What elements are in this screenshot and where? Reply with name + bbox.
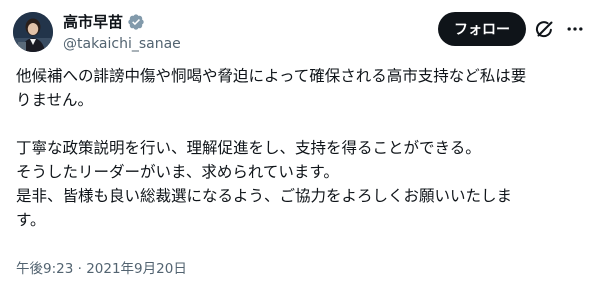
more-options-button[interactable] <box>563 17 587 41</box>
tweet-time[interactable]: 午後9:23 <box>16 261 73 277</box>
tweet-line: 丁寧な政策説明を行い、理解促進をし、支持を得ることができる。 <box>16 139 481 157</box>
tweet-timestamp[interactable]: 午後9:23 · 2021年9月20日 <box>16 260 187 278</box>
more-dots-icon <box>567 27 583 31</box>
grok-icon[interactable] <box>533 17 557 41</box>
tweet-line: そうしたリーダーがいま、求められています。 <box>16 163 339 181</box>
tweet-line-break <box>16 112 584 136</box>
tweet-date[interactable]: 2021年9月20日 <box>86 261 187 277</box>
author-display-name[interactable]: 高市早苗 <box>63 12 123 32</box>
tweet-line: りません。 <box>16 91 94 109</box>
avatar-image <box>13 12 53 52</box>
tweet-line: す。 <box>16 211 46 229</box>
author-handle[interactable]: @takaichi_sanae <box>63 35 181 53</box>
follow-button[interactable]: フォロー <box>438 12 526 46</box>
timestamp-separator: · <box>73 261 87 277</box>
tweet-line: 是非、皆様も良い総裁選になるよう、ご協力をよろしくお願いいたしま <box>16 187 513 205</box>
author-name-row: 高市早苗 <box>63 12 145 32</box>
tweet-card: 高市早苗 @takaichi_sanae フォロー 他候補への誹謗中傷や恫喝や脅… <box>0 0 594 298</box>
tweet-line: 他候補への誹謗中傷や恫喝や脅迫によって確保される高市支持など私は要 <box>16 67 527 85</box>
tweet-text: 他候補への誹謗中傷や恫喝や脅迫によって確保される高市支持など私は要 りません。 … <box>16 64 584 232</box>
avatar[interactable] <box>13 12 53 52</box>
verified-badge-icon[interactable] <box>127 13 145 31</box>
